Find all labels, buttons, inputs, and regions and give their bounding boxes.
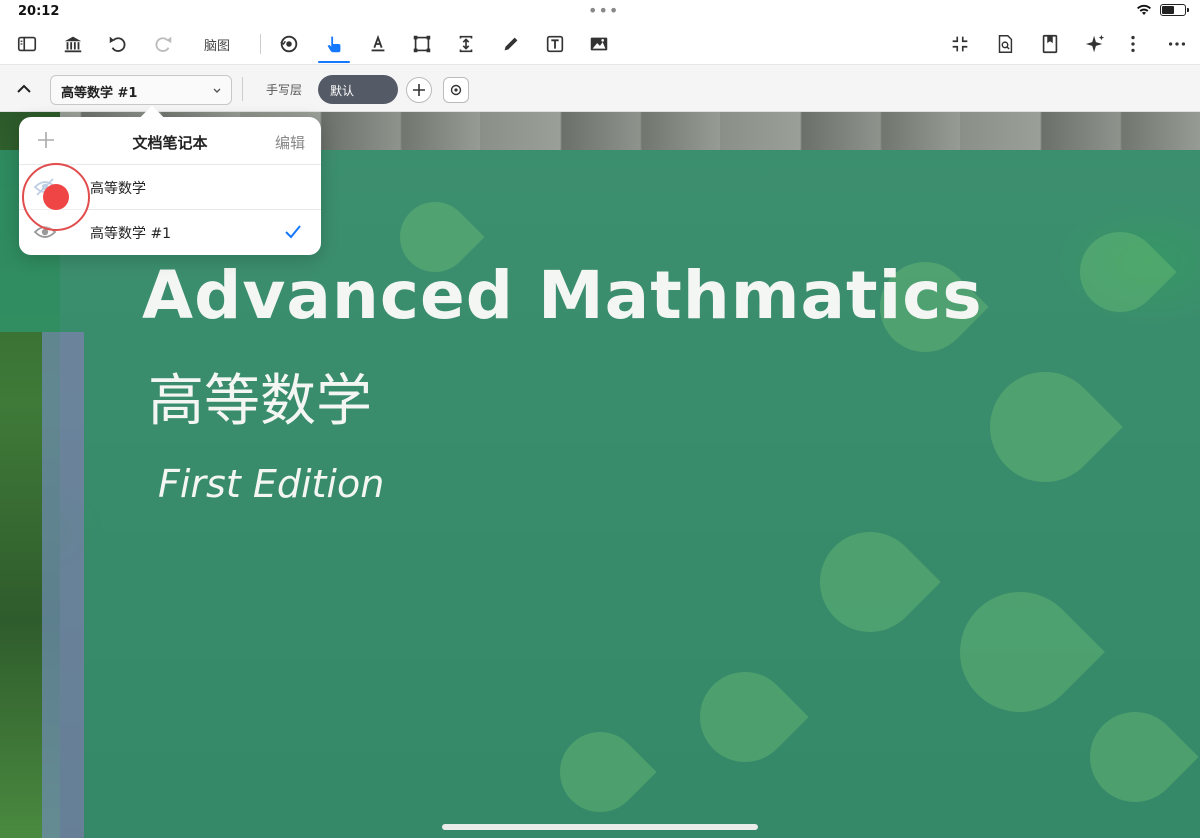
insert-space-icon[interactable] (451, 30, 481, 58)
battery-icon (1160, 4, 1189, 16)
notebook-select[interactable]: 高等数学 #1 (50, 75, 232, 105)
textbox-icon[interactable] (540, 30, 570, 58)
default-layer-pill[interactable]: 默认 (318, 75, 398, 104)
notebook-name: 高等数学 #1 (90, 226, 172, 242)
checkmark-icon (285, 225, 301, 239)
touch-indicator-dot (43, 184, 69, 210)
library-icon[interactable] (58, 30, 88, 58)
image-icon[interactable] (584, 30, 614, 58)
ai-sparkle-icon[interactable] (1080, 30, 1110, 58)
home-indicator[interactable] (442, 824, 758, 830)
sync-gear-icon[interactable] (274, 30, 304, 58)
more-horizontal-icon[interactable] (1162, 30, 1192, 58)
popover-header: 文档笔记本 编辑 (19, 117, 321, 165)
add-layer-button[interactable] (406, 77, 432, 103)
bookmark-icon[interactable] (1035, 30, 1065, 58)
collapse-icon[interactable] (945, 30, 975, 58)
cover-edition: First Edition (158, 462, 385, 506)
toolbar-divider (260, 34, 261, 54)
pen-icon[interactable] (496, 30, 526, 58)
active-tool-indicator (318, 61, 350, 63)
cover-title: Advanced Mathmatics (142, 257, 983, 334)
gear-icon (450, 84, 462, 96)
edit-button[interactable]: 编辑 (275, 132, 305, 153)
chevron-up-icon[interactable] (14, 79, 34, 99)
default-layer-label: 默认 (330, 84, 355, 98)
undo-icon[interactable] (103, 30, 133, 58)
wifi-icon (1137, 4, 1151, 15)
select-rect-icon[interactable] (407, 30, 437, 58)
status-time: 20:12 (18, 4, 60, 19)
sidebar-icon[interactable] (12, 30, 42, 58)
more-vertical-icon[interactable] (1118, 30, 1148, 58)
mindmap-button[interactable]: 脑图 (204, 35, 230, 54)
notebook-bar: 高等数学 #1 手写层 默认 (0, 64, 1200, 112)
cover-subtitle: 高等数学 (148, 369, 372, 434)
status-indicators (1136, 4, 1189, 16)
text-highlight-icon[interactable] (363, 30, 393, 58)
status-bar: 20:12 ••• (0, 0, 1200, 24)
subbar-divider (242, 77, 243, 101)
handwriting-layer-label: 手写层 (266, 83, 303, 97)
pointer-hand-icon[interactable] (319, 30, 349, 58)
main-toolbar: 脑图 (0, 24, 1200, 64)
search-doc-icon[interactable] (990, 30, 1020, 58)
redo-icon[interactable] (148, 30, 178, 58)
notebook-select-value: 高等数学 #1 (61, 86, 138, 101)
multitasking-dots[interactable]: ••• (588, 1, 619, 20)
notebook-name: 高等数学 (90, 181, 146, 197)
chevron-down-icon (213, 88, 221, 93)
cover-blue-strip (42, 332, 84, 838)
layer-settings-button[interactable] (443, 77, 469, 103)
plus-icon (413, 84, 425, 96)
